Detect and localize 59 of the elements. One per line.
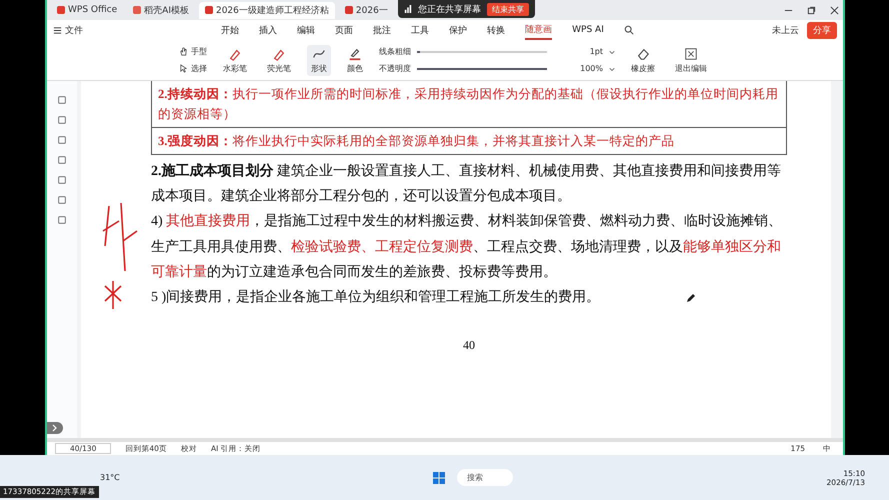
paragraph: 5 )间接费用，是指企业各施工单位为组织和管理工程施工所发生的费用。: [151, 288, 600, 307]
drawing-tool-button[interactable]: 荧光笔: [263, 44, 295, 76]
table-cell: 3.强度动因：将作业执行中实际耗用的全部资源单独归集，并将其直接计入某一特定的产品: [152, 127, 786, 154]
tab-label: 2026一: [356, 4, 388, 16]
paragraph: 4) 其他直接费用，是指施工过程中发生的材料搬运费、材料装卸保管费、燃料动力费、临时设施摊销、生产工具用具使用费、检验试验费、工程定位复测费、工程点交费、场地清理费，以及能够单独区分和可靠计量的为订立建造承包合同而发生的差旅费、投标费等费用。: [151, 212, 784, 282]
slider-label: 不透明度: [379, 63, 411, 74]
menu-tab[interactable]: 工具: [411, 22, 430, 38]
tab-label: 稻壳AI模板: [144, 4, 189, 16]
search-icon[interactable]: [624, 25, 634, 35]
tab-label: WPS Office: [68, 5, 118, 15]
table-cell-text: 2.持续动因：执行一项作业所需的时间标准，采用持续动因作为分配的基础（假设执行作业的单位时间内耗用的资源相等）: [157, 86, 780, 123]
drawing-tool-button[interactable]: 颜色: [343, 44, 367, 76]
start-icon[interactable]: [433, 472, 446, 484]
hand-icon[interactable]: [179, 47, 188, 56]
menu-tab[interactable]: 开始: [221, 22, 240, 38]
share-status-text: 您正在共享屏幕: [418, 4, 481, 16]
expand-panel-button[interactable]: [47, 422, 63, 434]
close-icon[interactable]: [830, 6, 839, 14]
exit-edit-button[interactable]: 退出编辑: [671, 44, 711, 76]
page-number: 40: [462, 338, 476, 354]
menu-icon[interactable]: [53, 26, 62, 34]
document-tab[interactable]: WPS Office: [51, 3, 124, 17]
menu-tab[interactable]: 编辑: [297, 22, 316, 38]
document-tab[interactable]: 稻壳AI模板: [127, 2, 195, 18]
drawing-tool-button[interactable]: 水彩笔: [219, 44, 251, 76]
menu-tab[interactable]: 批注: [373, 22, 392, 38]
pen-icon: [228, 46, 242, 60]
paragraph: 2.施工成本项目划分 建筑企业一般设置直接人工、直接材料、机械使用费、其他直接费用和间接费用等成本项目。建筑企业将部分工程分包的，还可以设置分包成本项目。: [151, 162, 782, 206]
hand-tool[interactable]: 手型: [191, 46, 207, 57]
value-dropdown[interactable]: 1pt: [553, 47, 603, 56]
eraser-button[interactable]: 橡皮擦: [627, 44, 659, 76]
menu-tab[interactable]: 页面: [335, 22, 354, 38]
close-box-icon: [684, 46, 698, 60]
tab-label: 2026一级建造师工程经济粘: [216, 4, 329, 16]
menu-tab[interactable]: 转换: [487, 22, 506, 38]
restore-icon[interactable]: [807, 6, 816, 14]
taskbar-search-field[interactable]: 搜索: [457, 469, 514, 486]
menu-tab[interactable]: 保护: [449, 22, 468, 38]
slider-label: 线条粗细: [379, 46, 411, 57]
pen-color-icon: [348, 46, 362, 60]
cloud-status[interactable]: 未上云: [772, 24, 799, 36]
eraser-icon: [636, 46, 650, 60]
document-tab[interactable]: 2026一: [338, 2, 394, 18]
document-tab[interactable]: 2026一级建造师工程经济粘: [198, 2, 335, 18]
caret-icon[interactable]: [609, 48, 615, 54]
select-tool[interactable]: 选择: [191, 63, 207, 74]
pointer-icon[interactable]: [179, 64, 188, 73]
temperature-text[interactable]: 31°C: [100, 473, 120, 482]
drawing-tool-button[interactable]: 形状: [307, 44, 331, 76]
end-share-button[interactable]: 结束共享: [486, 2, 529, 16]
menu-tab[interactable]: 插入: [259, 22, 278, 38]
signal-icon: [404, 5, 412, 13]
menu-tab[interactable]: WPS AI: [572, 23, 604, 37]
pen-cursor-icon: [686, 293, 696, 303]
file-menu[interactable]: 文件: [65, 24, 83, 36]
share-button[interactable]: 分享: [807, 22, 837, 38]
pen-icon: [272, 46, 286, 60]
value-dropdown[interactable]: 100%: [553, 64, 603, 73]
caret-icon[interactable]: [609, 66, 615, 72]
